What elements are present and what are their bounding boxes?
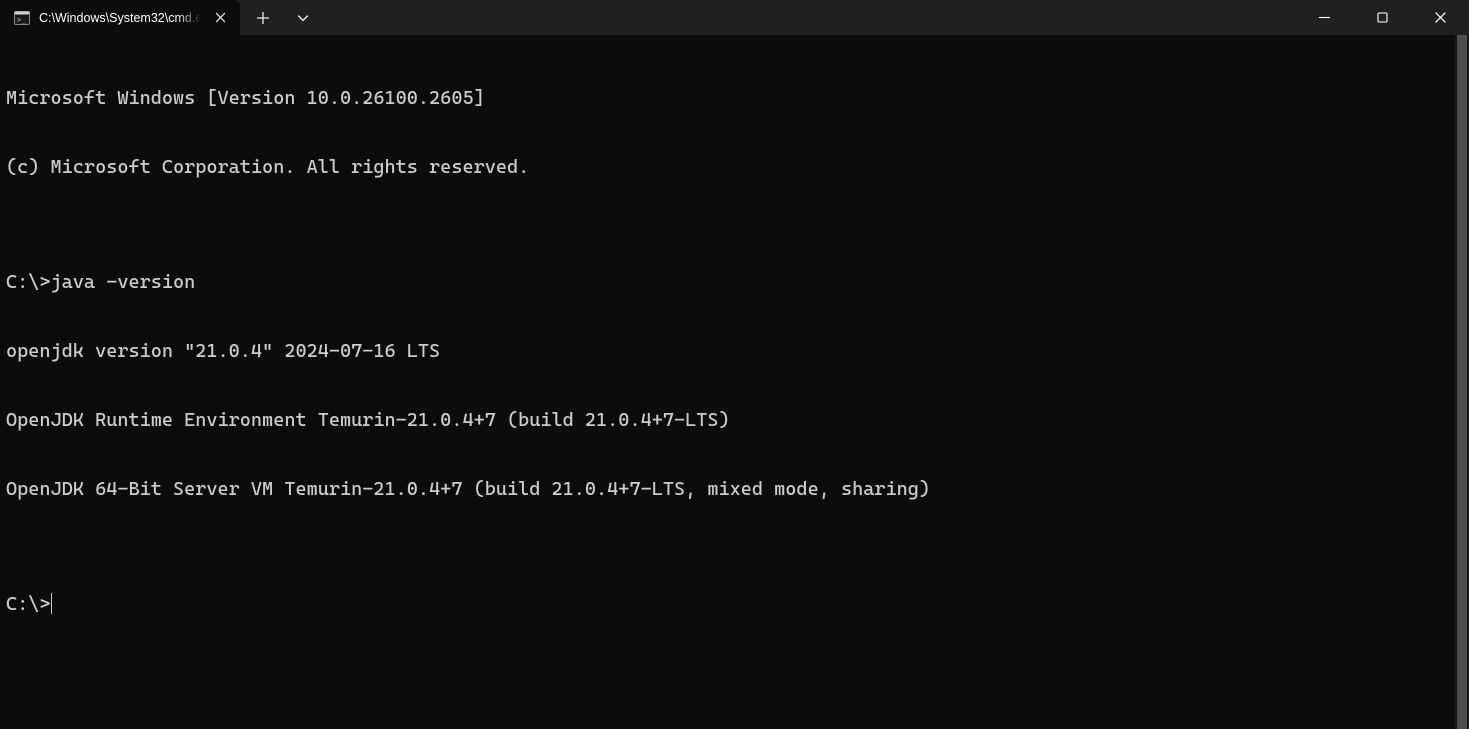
output-line: OpenJDK 64-Bit Server VM Temurin-21.0.4+… <box>6 478 1469 501</box>
prompt-text: C:\> <box>6 593 51 616</box>
window-controls <box>1295 0 1469 35</box>
output-line: OpenJDK Runtime Environment Temurin-21.0… <box>6 409 1469 432</box>
output-line: C:\>java -version <box>6 271 1469 294</box>
vertical-scrollbar[interactable] <box>1455 35 1469 729</box>
output-line: Microsoft Windows [Version 10.0.26100.26… <box>6 87 1469 110</box>
cursor <box>51 593 53 614</box>
maximize-button[interactable] <box>1353 0 1411 35</box>
svg-text:>_: >_ <box>17 16 26 24</box>
minimize-button[interactable] <box>1295 0 1353 35</box>
cmd-icon: >_ <box>14 10 30 26</box>
tab-strip: >_ C:\Windows\System32\cmd.exe <box>0 0 321 35</box>
tab-close-button[interactable] <box>210 8 230 28</box>
scrollbar-thumb[interactable] <box>1457 35 1467 729</box>
tab-title: C:\Windows\System32\cmd.exe <box>39 11 201 25</box>
prompt-line: C:\> <box>6 593 1469 616</box>
output-line: (c) Microsoft Corporation. All rights re… <box>6 156 1469 179</box>
tab-dropdown-button[interactable] <box>285 0 321 35</box>
tab-cmd[interactable]: >_ C:\Windows\System32\cmd.exe <box>0 0 240 35</box>
new-tab-button[interactable] <box>240 0 285 35</box>
terminal-output[interactable]: Microsoft Windows [Version 10.0.26100.26… <box>0 35 1469 729</box>
window-close-button[interactable] <box>1411 0 1469 35</box>
output-line: openjdk version "21.0.4" 2024-07-16 LTS <box>6 340 1469 363</box>
titlebar: >_ C:\Windows\System32\cmd.exe <box>0 0 1469 35</box>
titlebar-drag-area[interactable] <box>321 0 1295 35</box>
